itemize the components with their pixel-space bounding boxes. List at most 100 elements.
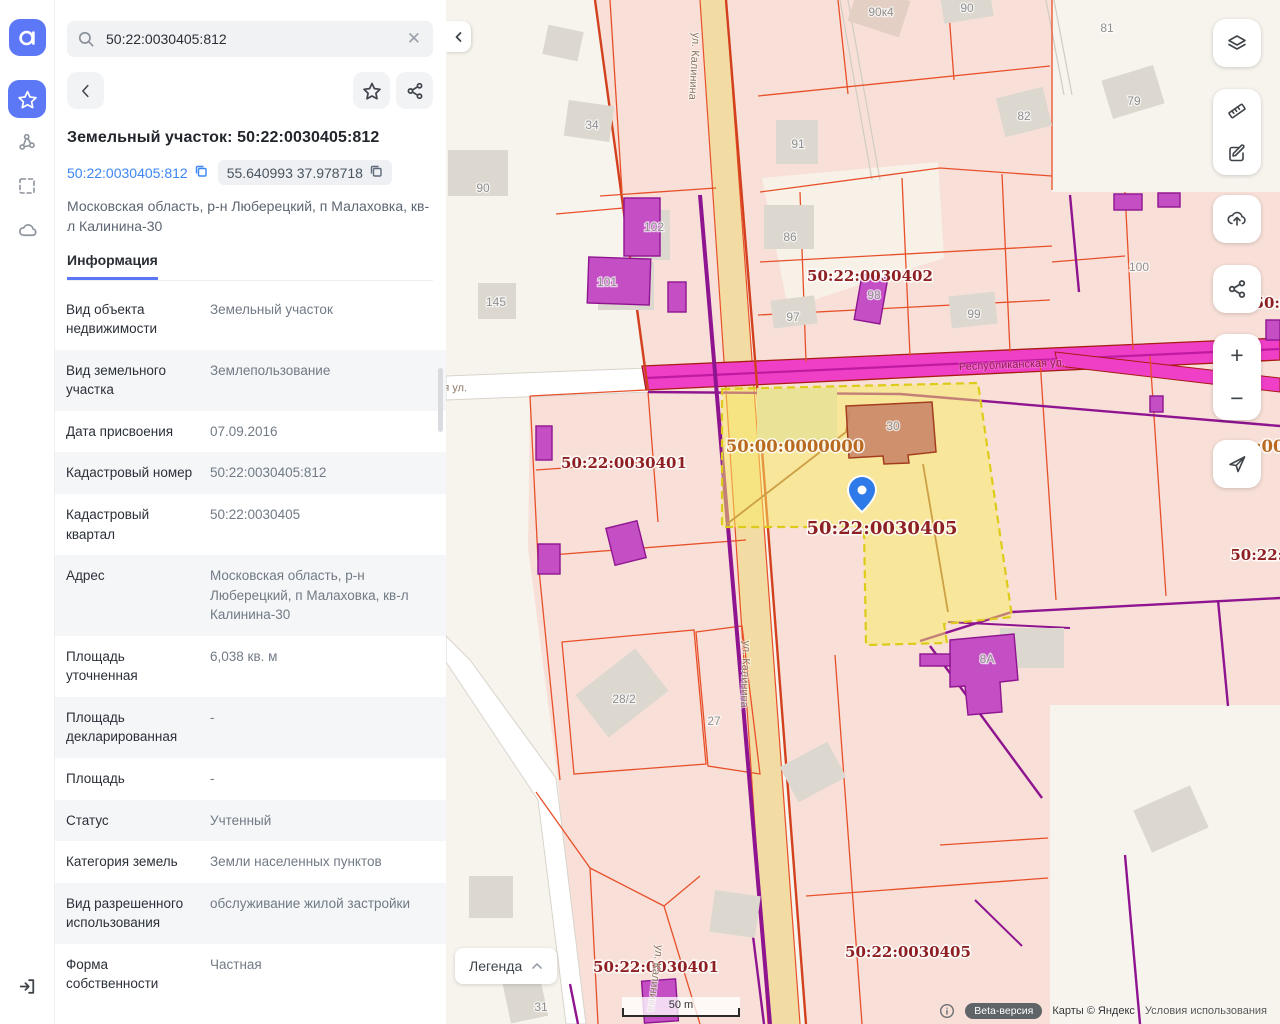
rail-select-area-button[interactable] (8, 167, 46, 205)
info-row-value: Земли населенных пунктов (210, 852, 434, 872)
search-input[interactable] (104, 30, 397, 48)
map-label: 86 (783, 230, 797, 244)
info-table: Вид объекта недвижимости Земельный участо… (54, 289, 446, 1005)
logo-a-icon (18, 28, 38, 48)
app-logo[interactable] (9, 19, 46, 56)
coordinates-chip[interactable]: 55.640993 37.978718 (218, 160, 392, 185)
map-label: 98 (867, 288, 881, 302)
back-button[interactable] (67, 72, 104, 109)
info-row-label: Вид земельного участка (66, 361, 196, 400)
tab-information[interactable]: Информация (67, 252, 158, 280)
map-label: 90к4 (868, 5, 894, 19)
map-label: 82 (1017, 109, 1031, 123)
coordinates-text: 55.640993 37.978718 (227, 165, 363, 181)
info-row: Площадь уточненная 6,038 кв. м (54, 636, 446, 697)
map-label: 50:00:0000000 (726, 437, 864, 456)
map-label: 81 (1100, 21, 1114, 35)
map-label: 99 (967, 307, 981, 321)
rail-objects-button[interactable] (8, 123, 46, 161)
info-icon[interactable] (939, 1003, 955, 1019)
clear-search-button[interactable]: ✕ (405, 29, 423, 49)
info-row: Категория земель Земли населенных пунктов (54, 841, 446, 883)
beta-badge: Beta-версия (965, 1003, 1042, 1019)
map-label: 50:22:0030405 (845, 943, 971, 961)
info-row: АдресМосковская область, р-н Люберецкий,… (54, 555, 446, 636)
map-label: 31 (534, 1000, 548, 1014)
share-icon (405, 81, 425, 101)
copy-icon[interactable] (369, 164, 383, 181)
map-label: 102 (644, 220, 664, 234)
map-label: 28/2 (612, 692, 636, 706)
cloud-upload-icon (1225, 207, 1249, 231)
map-label: 8А (980, 652, 995, 666)
info-row-label: Кадастровый номер (66, 463, 196, 483)
object-address: Московская область, р-н Люберецкий, п Ма… (67, 196, 433, 237)
legend-button[interactable]: Легенда (455, 948, 557, 984)
info-row-value: - (210, 769, 434, 789)
map-label: 90 (476, 181, 490, 195)
scale-bar: 50 m (622, 997, 740, 1017)
info-row: Вид земельного участкаЗемлепользование (54, 350, 446, 411)
info-row-label: Вид разрешенного использования (66, 894, 196, 933)
info-row-label: Площадь (66, 769, 196, 789)
ruler-button[interactable] (1213, 89, 1261, 132)
favorite-button[interactable] (353, 72, 390, 109)
info-row-label: Площадь уточненная (66, 647, 196, 686)
map-label: 27 (707, 714, 721, 728)
info-row-label: Дата присвоения (66, 422, 196, 442)
legend-label: Легенда (469, 958, 522, 974)
locate-button[interactable] (1213, 440, 1261, 488)
info-row: Площадь- (54, 758, 446, 800)
info-row-label: Статус (66, 811, 196, 831)
select-area-icon (17, 176, 37, 196)
map-label: 91 (791, 137, 805, 151)
left-rail (0, 0, 55, 1024)
layers-icon (1225, 31, 1249, 55)
info-row-value: Учтенный (210, 811, 434, 831)
map-attribution: Beta-версия Карты © Яндекс Условия испол… (939, 1003, 1267, 1019)
info-row: Вид объекта недвижимости Земельный участо… (54, 289, 446, 350)
info-row-label: Форма собственности (66, 955, 196, 994)
cloud-icon (17, 220, 38, 241)
cadastral-number-chip[interactable]: 50:22:0030405:812 (67, 164, 208, 181)
zoom-in-button[interactable]: + (1213, 334, 1261, 377)
share-button[interactable] (396, 72, 433, 109)
map-label: 79 (1127, 94, 1141, 108)
share-map-button[interactable] (1213, 265, 1261, 313)
info-row-value: обслуживание жилой застройки (210, 894, 434, 933)
map-label: 100 (1129, 260, 1149, 274)
terms-link[interactable]: Условия использования (1145, 1005, 1267, 1017)
info-row-value: Земельный участок (210, 300, 434, 339)
sign-out-button[interactable] (8, 967, 46, 1005)
map[interactable]: 50:22:003040250:00:000000050:22:00304055… (446, 0, 1280, 1024)
page-title: Земельный участок: 50:22:0030405:812 (67, 129, 433, 147)
draw-button[interactable] (1213, 132, 1261, 175)
info-row: Форма собственностиЧастная (54, 944, 446, 1005)
zoom-out-button[interactable]: − (1213, 377, 1261, 420)
maps-copyright[interactable]: Карты © Яндекс (1052, 1005, 1135, 1017)
cadastral-basemap: 50:22:003040250:00:000000050:22:00304055… (446, 0, 1280, 1024)
upload-button[interactable] (1213, 195, 1261, 243)
info-row: Кадастровый квартал50:22:0030405 (54, 494, 446, 555)
collapse-panel-button[interactable] (446, 21, 471, 52)
info-row: Вид разрешенного использования обслуживан… (54, 883, 446, 944)
panel-scrollbar[interactable] (438, 368, 443, 432)
map-label: 50:22:0 (1230, 546, 1280, 564)
edit-icon (1225, 142, 1249, 166)
info-row: Площадь декларированная- (54, 697, 446, 758)
info-row-label: Адрес (66, 566, 196, 625)
layers-button[interactable] (1213, 19, 1261, 67)
info-row-label: Категория земель (66, 852, 196, 872)
cadastral-number-text: 50:22:0030405:812 (67, 165, 188, 181)
rail-cloud-button[interactable] (8, 211, 46, 249)
info-row: Кадастровый номер50:22:0030405:812 (54, 452, 446, 494)
map-label: 101 (597, 275, 617, 289)
info-row-label: Площадь декларированная (66, 708, 196, 747)
chips-row: 50:22:0030405:812 55.640993 37.978718 (67, 160, 433, 185)
map-label: 90 (960, 1, 974, 15)
info-row-label: Вид объекта недвижимости (66, 300, 196, 339)
info-row-value: 6,038 кв. м (210, 647, 434, 686)
copy-icon[interactable] (194, 164, 208, 181)
map-label: 50:22:0030401 (561, 454, 687, 472)
rail-favorites-button[interactable] (8, 80, 46, 118)
